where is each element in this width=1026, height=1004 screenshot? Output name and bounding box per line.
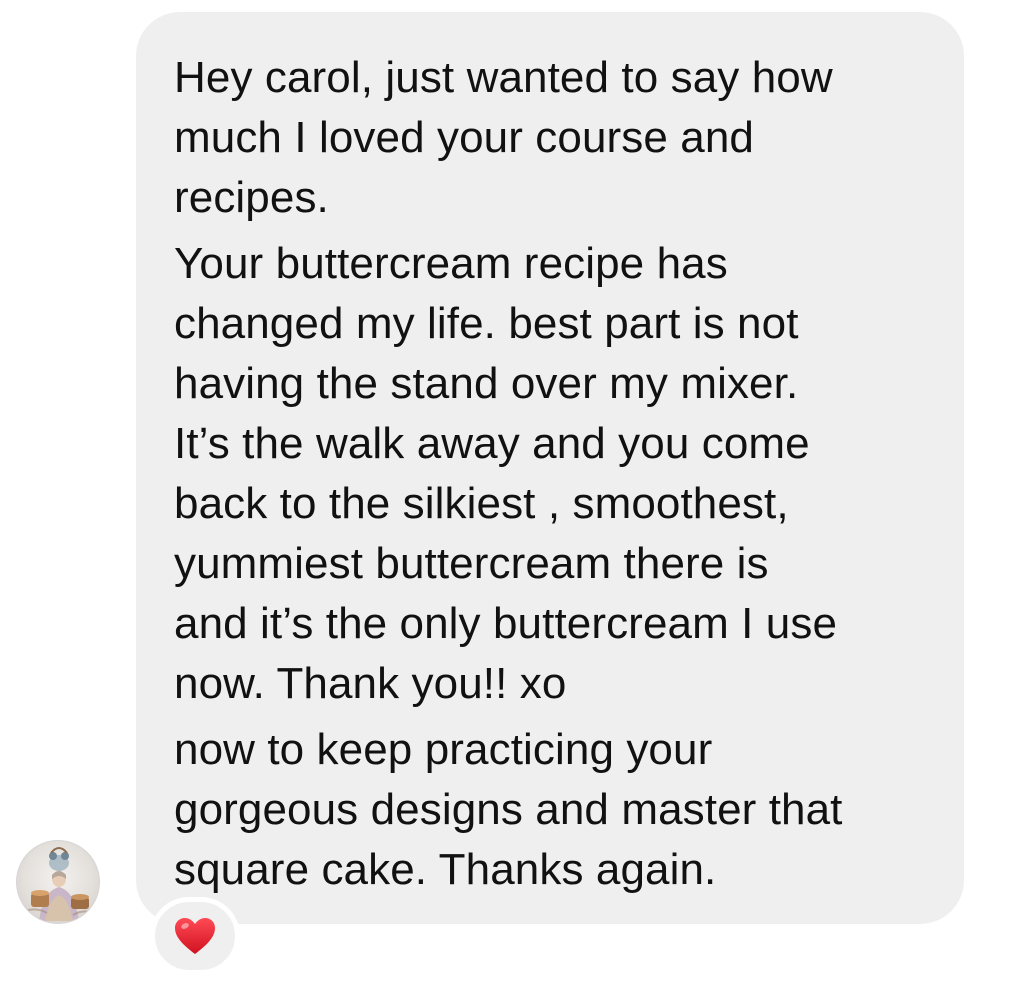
- message-line: back to the silkiest , smoothest,: [174, 479, 789, 528]
- message-line: yummiest buttercream there is: [174, 539, 769, 588]
- message-bubble[interactable]: Hey carol, just wanted to say how much I…: [136, 12, 964, 924]
- message-line: now. Thank you!! xo: [174, 659, 567, 708]
- profile-photo-icon: [24, 847, 96, 921]
- message-paragraph-3: now to keep practicing your gorgeous des…: [174, 720, 934, 900]
- message-line: having the stand over my mixer.: [174, 359, 799, 408]
- message-line: gorgeous designs and master that: [174, 785, 843, 834]
- message-line: now to keep practicing your: [174, 725, 713, 774]
- message-line: much I loved your course and: [174, 113, 754, 162]
- message-line: Hey carol, just wanted to say how: [174, 53, 833, 102]
- message-thread: Hey carol, just wanted to say how much I…: [0, 0, 1026, 1004]
- message-line: It’s the walk away and you come: [174, 419, 810, 468]
- message-paragraph-1: Hey carol, just wanted to say how much I…: [174, 48, 934, 228]
- message-line: and it’s the only buttercream I use: [174, 599, 838, 648]
- red-heart-icon: [175, 918, 215, 954]
- message-line: Your buttercream recipe has: [174, 239, 728, 288]
- message-paragraph-2: Your buttercream recipe has changed my l…: [174, 234, 934, 714]
- message-line: square cake. Thanks again.: [174, 845, 717, 894]
- message-line: recipes.: [174, 173, 329, 222]
- sender-avatar[interactable]: [16, 840, 100, 924]
- message-line: changed my life. best part is not: [174, 299, 799, 348]
- reaction-badge[interactable]: [150, 897, 240, 975]
